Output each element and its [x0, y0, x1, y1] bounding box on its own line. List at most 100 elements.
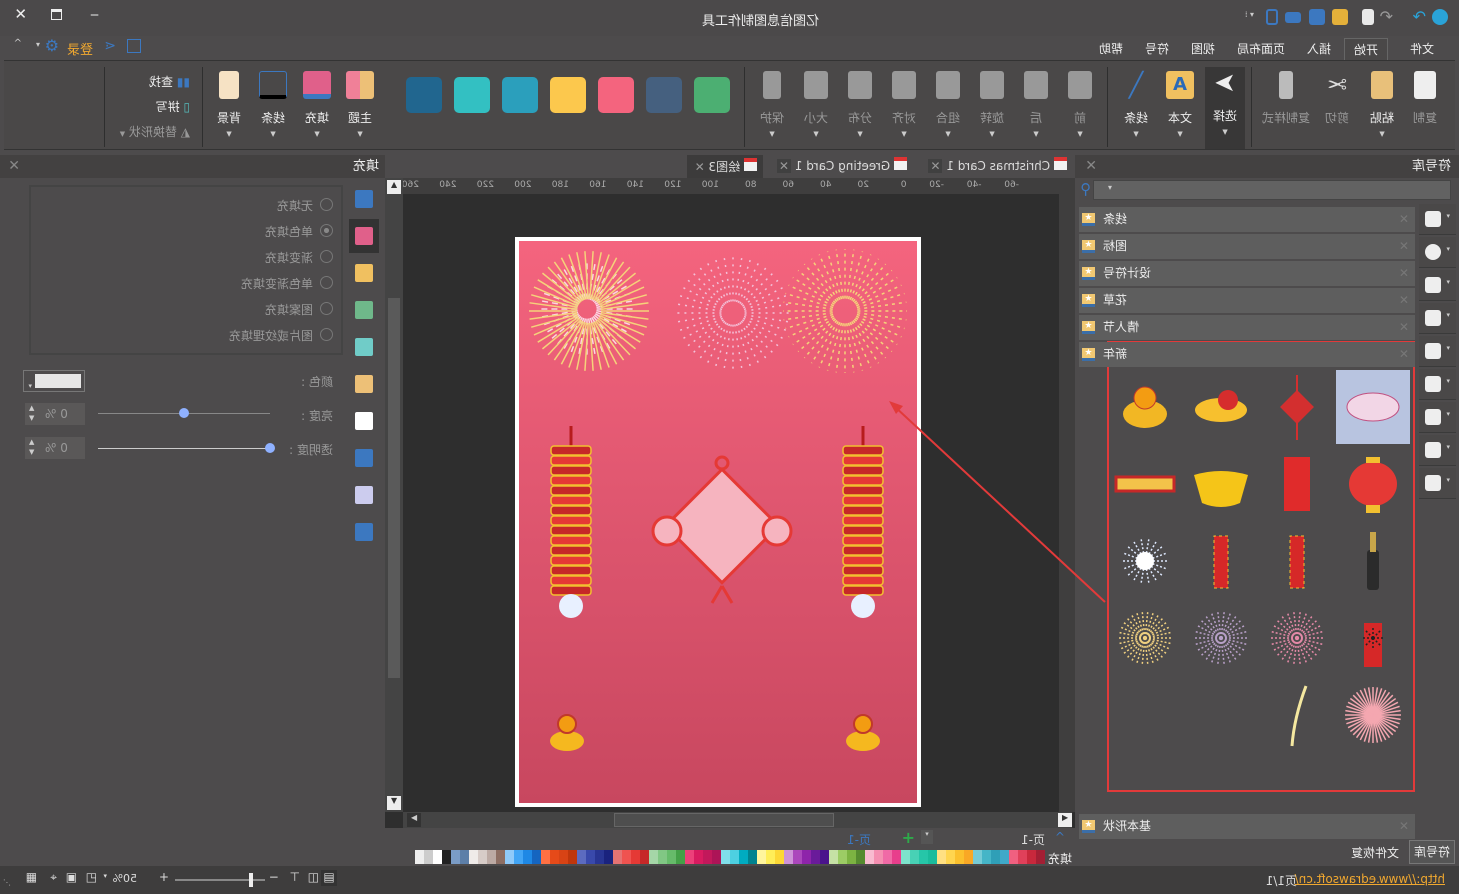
- category-shortcut-pie-chart[interactable]: ▾: [1419, 237, 1456, 268]
- customize-dropdown-icon[interactable]: ▾ ⁞: [1245, 10, 1254, 19]
- close-icon[interactable]: ✕: [8, 155, 20, 178]
- replace-shape-button[interactable]: ◭ 替换形状 ▼: [120, 123, 190, 140]
- palette-color[interactable]: [937, 850, 946, 864]
- save-icon[interactable]: [1309, 9, 1325, 25]
- category-0[interactable]: ★ 线条 ✕: [1079, 207, 1415, 232]
- palette-color[interactable]: [1000, 850, 1009, 864]
- tab-help[interactable]: 帮助: [1093, 38, 1129, 60]
- palette-color[interactable]: [424, 850, 433, 864]
- settings-gear-icon[interactable]: ⚙: [45, 36, 59, 55]
- dropdown-icon[interactable]: ▼: [884, 130, 924, 138]
- close-category-icon[interactable]: ✕: [1399, 234, 1409, 259]
- line-style-dropdown-icon[interactable]: ▼: [253, 130, 293, 138]
- palette-color[interactable]: [856, 850, 865, 864]
- fit-width-icon[interactable]: ◫: [308, 870, 319, 884]
- fill-dropdown-icon[interactable]: ▼: [297, 130, 337, 138]
- close-category-icon[interactable]: ✕: [1399, 261, 1409, 286]
- scroll-left-icon[interactable]: ▶: [407, 813, 421, 827]
- palette-color[interactable]: [640, 850, 649, 864]
- firecracker-string-right[interactable]: [842, 426, 884, 618]
- add-page-button[interactable]: +: [902, 828, 915, 847]
- dropdown-icon[interactable]: ▼: [1016, 130, 1056, 138]
- text-tool-button[interactable]: A 文本 ▼: [1160, 69, 1200, 149]
- new-icon[interactable]: [1362, 9, 1374, 25]
- pages-up-icon[interactable]: ^: [1055, 830, 1065, 844]
- category-basic-shapes[interactable]: ★ 基本形状 ✕: [1079, 814, 1415, 839]
- close-tab-icon[interactable]: ✕: [928, 159, 943, 173]
- palette-color[interactable]: [1027, 850, 1036, 864]
- palette-color[interactable]: [685, 850, 694, 864]
- category-shortcut-triangle[interactable]: ▾: [1419, 435, 1456, 466]
- palette-color[interactable]: [955, 850, 964, 864]
- palette-color[interactable]: [847, 850, 856, 864]
- fill-option-radio[interactable]: 无填充: [273, 195, 333, 215]
- page-view-icon[interactable]: ⊤: [290, 870, 300, 884]
- palette-color[interactable]: [460, 850, 469, 864]
- symbol-firework-pink[interactable]: [1260, 601, 1334, 675]
- palette-color[interactable]: [604, 850, 613, 864]
- palette-color[interactable]: [694, 850, 703, 864]
- palette-color[interactable]: [478, 850, 487, 864]
- brightness-slider[interactable]: [98, 408, 270, 418]
- palette-color[interactable]: [442, 850, 451, 864]
- category-3[interactable]: ★ 花草 ✕: [1079, 288, 1415, 313]
- fill-sidebar-image[interactable]: [349, 293, 379, 327]
- fit-window-icon[interactable]: ◰: [86, 870, 97, 884]
- page-dropdown-icon[interactable]: ▾: [921, 830, 933, 844]
- arrange-distribute-button[interactable]: 分布 ▼: [840, 69, 880, 149]
- line-tool-button[interactable]: ╲ 线条 ▼: [1116, 69, 1156, 149]
- vertical-scrollbar[interactable]: ▲ ▼: [385, 178, 403, 812]
- palette-color[interactable]: [964, 850, 973, 864]
- arrange-send-back-button[interactable]: 后 ▼: [1016, 69, 1056, 149]
- palette-color[interactable]: [568, 850, 577, 864]
- color-picker[interactable]: ▾: [23, 370, 85, 392]
- palette-color[interactable]: [559, 850, 568, 864]
- tab-file[interactable]: 文件: [1401, 38, 1443, 60]
- find-button[interactable]: ▮▮ 查找: [149, 73, 190, 90]
- format-painter-button[interactable]: 复制样式: [1260, 69, 1312, 149]
- close-icon[interactable]: ✕: [1085, 155, 1097, 178]
- tab-file-recovery[interactable]: 文件恢复: [1351, 844, 1399, 861]
- palette-color[interactable]: [802, 850, 811, 864]
- palette-color[interactable]: [865, 850, 874, 864]
- horizontal-scroll-thumb[interactable]: [614, 813, 834, 827]
- category-shortcut-rectangle-shape[interactable]: ▾: [1419, 204, 1456, 235]
- transparency-spinbox[interactable]: 0 % ▲ ▼: [25, 437, 85, 459]
- copy-button[interactable]: 复制: [1405, 69, 1445, 149]
- open-icon[interactable]: [1332, 9, 1348, 25]
- category-shortcut-vase[interactable]: ▾: [1419, 468, 1456, 499]
- cut-button[interactable]: ✂ 剪切: [1317, 69, 1357, 149]
- tab-home[interactable]: 开始: [1344, 38, 1388, 60]
- theme-swatch[interactable]: [646, 77, 682, 113]
- grid-icon[interactable]: ▦: [26, 870, 37, 884]
- palette-color[interactable]: [415, 850, 424, 864]
- symbol-firework-burst-pink[interactable]: [1336, 678, 1410, 752]
- transparency-slider[interactable]: [98, 443, 275, 453]
- presentation-icon[interactable]: ▣: [66, 870, 77, 884]
- close-category-icon[interactable]: ✕: [1399, 207, 1409, 232]
- focus-icon[interactable]: ⌖: [50, 870, 57, 885]
- symbol-empty-2[interactable]: [1108, 678, 1182, 752]
- zoom-in-button[interactable]: +: [159, 870, 169, 884]
- symbol-firework-purple[interactable]: [1184, 601, 1258, 675]
- theme-dropdown-icon[interactable]: ▼: [340, 130, 380, 138]
- tab-symbol-library[interactable]: 符号库: [1409, 840, 1455, 864]
- zoom-level[interactable]: 50%: [113, 872, 137, 885]
- collapse-ribbon-icon[interactable]: ^: [14, 38, 22, 49]
- close-button[interactable]: ✕: [14, 5, 27, 23]
- palette-color[interactable]: [928, 850, 937, 864]
- fill-sidebar-document[interactable]: [349, 404, 379, 438]
- dropdown-icon[interactable]: ▼: [928, 130, 968, 138]
- fill-sidebar-attachment[interactable]: [349, 478, 379, 512]
- palette-color[interactable]: [667, 850, 676, 864]
- spin-arrows-icon[interactable]: ▲ ▼: [29, 403, 34, 423]
- arrange-rotate-button[interactable]: 旋转 ▼: [972, 69, 1012, 149]
- palette-color[interactable]: [766, 850, 775, 864]
- palette-color[interactable]: [946, 850, 955, 864]
- category-shortcut-heart[interactable]: ▾: [1419, 369, 1456, 400]
- close-category-icon[interactable]: ✕: [1399, 288, 1409, 313]
- palette-color[interactable]: [586, 850, 595, 864]
- theme-swatch[interactable]: [598, 77, 634, 113]
- search-icon[interactable]: ⚲: [1080, 180, 1091, 198]
- fill-sidebar-shadow[interactable]: [349, 330, 379, 364]
